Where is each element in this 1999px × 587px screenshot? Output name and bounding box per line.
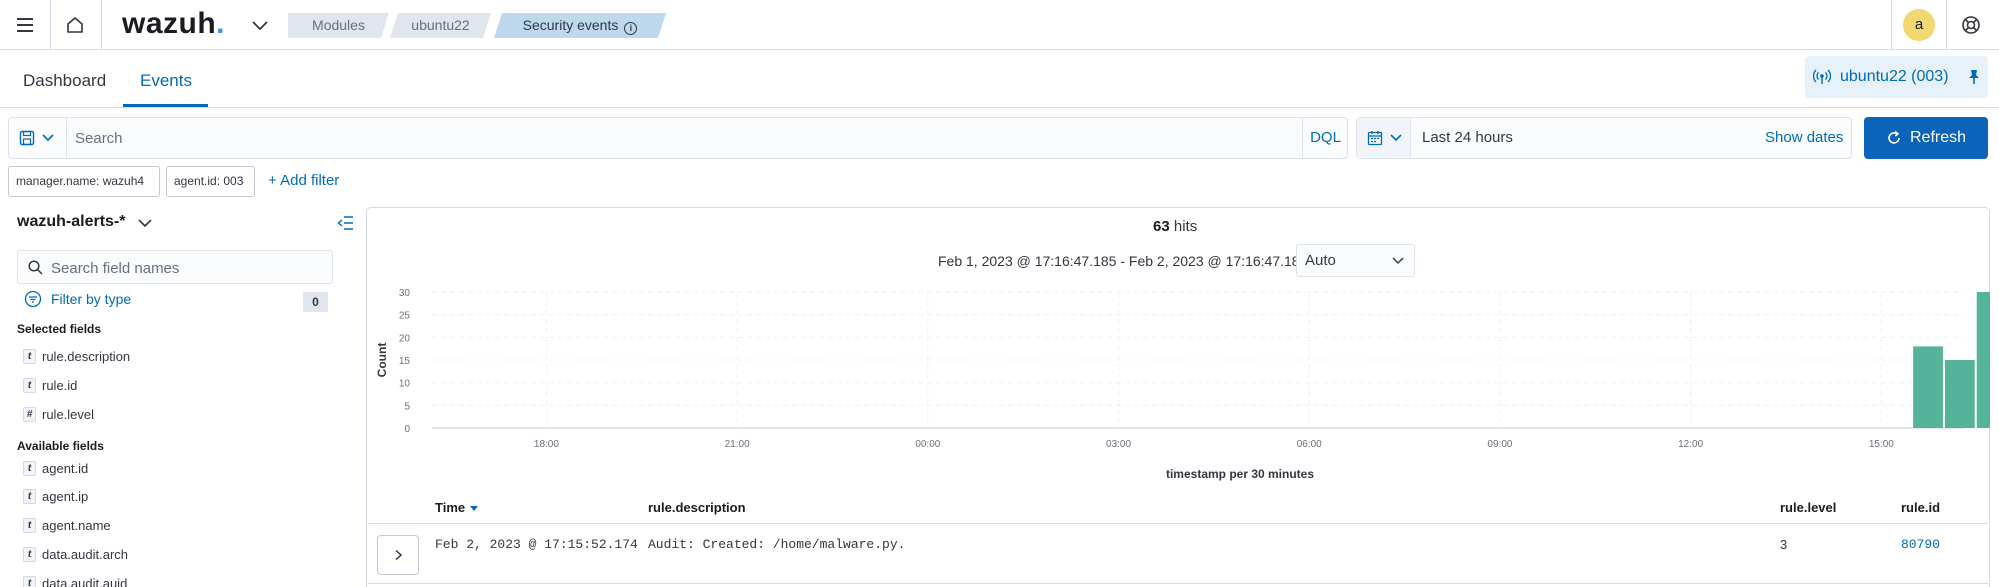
search-icon xyxy=(28,260,43,275)
y-tick-label: 20 xyxy=(399,333,411,344)
date-range-label[interactable]: Last 24 hours xyxy=(1422,129,1513,146)
string-type-icon: t xyxy=(23,576,36,587)
x-tick-label: 03:00 xyxy=(1106,439,1131,450)
top-header: wazuh. Modules ubuntu22 Security events i… xyxy=(0,0,1999,50)
info-icon[interactable]: i xyxy=(624,22,637,35)
y-tick-label: 30 xyxy=(399,288,411,299)
column-header-level[interactable]: rule.level xyxy=(1780,500,1836,515)
pinned-agent-pill[interactable]: ubuntu22 (003) xyxy=(1805,56,1988,98)
user-avatar[interactable]: a xyxy=(1903,9,1935,41)
x-tick-label: 09:00 xyxy=(1487,439,1512,450)
index-pattern-title[interactable]: wazuh-alerts-* xyxy=(17,213,125,231)
quick-date-menu-button[interactable] xyxy=(1357,118,1411,158)
field-search-input[interactable] xyxy=(51,258,321,278)
collapse-sidebar-icon[interactable] xyxy=(337,216,354,230)
x-tick-label: 06:00 xyxy=(1297,439,1322,450)
tab-events[interactable]: Events xyxy=(140,71,192,91)
header-divider xyxy=(50,0,51,50)
chevron-down-icon xyxy=(1392,257,1404,265)
breadcrumb-modules[interactable]: Modules xyxy=(288,13,389,38)
expand-row-button[interactable] xyxy=(377,535,419,575)
filter-pill-agent[interactable]: agent.id: 003 xyxy=(166,166,255,197)
number-type-icon: # xyxy=(23,407,36,422)
header-divider xyxy=(1946,0,1947,50)
pin-icon[interactable] xyxy=(1967,69,1981,85)
cell-description: Audit: Created: /home/malware.py. xyxy=(648,537,906,552)
histogram-bar xyxy=(1944,360,1975,428)
date-picker: Last 24 hours Show dates xyxy=(1356,117,1852,159)
breadcrumb-agent[interactable]: ubuntu22 xyxy=(390,13,491,38)
filter-icon xyxy=(24,290,42,308)
chevron-down-icon xyxy=(42,134,54,142)
events-histogram[interactable]: 0 5 10 15 20 25 30 18:00 21:00 00:00 03:00 06:00 09:… xyxy=(366,282,1990,482)
help-icon[interactable] xyxy=(1960,14,1982,36)
string-type-icon: t xyxy=(23,547,36,562)
table-divider xyxy=(368,583,1988,584)
module-tab-bar: Dashboard Events ubuntu22 (003) xyxy=(0,50,1999,108)
interval-select[interactable]: Auto xyxy=(1296,244,1415,277)
agent-pill-label: ubuntu22 (003) xyxy=(1840,68,1949,85)
antenna-icon xyxy=(1813,69,1831,84)
x-tick-label: 00:00 xyxy=(915,439,940,450)
refresh-button[interactable]: Refresh xyxy=(1864,117,1988,159)
chevron-right-icon xyxy=(395,549,403,561)
histogram-bar xyxy=(1976,292,1990,428)
chevron-down-icon[interactable] xyxy=(250,16,270,36)
y-tick-label: 25 xyxy=(399,311,411,322)
cell-level: 3 xyxy=(1780,537,1788,552)
string-type-icon: t xyxy=(23,489,36,504)
header-divider xyxy=(101,0,102,50)
string-type-icon: t xyxy=(23,378,36,393)
filter-count-badge: 0 xyxy=(303,292,328,312)
x-tick-label: 21:00 xyxy=(725,439,750,450)
sort-desc-icon[interactable] xyxy=(470,506,479,511)
search-input[interactable] xyxy=(75,127,1275,149)
y-tick-label: 15 xyxy=(399,356,411,367)
chevron-down-icon[interactable] xyxy=(137,216,153,230)
selected-fields-heading: Selected fields xyxy=(17,322,102,336)
column-header-description[interactable]: rule.description xyxy=(648,500,746,515)
y-tick-label: 0 xyxy=(404,424,410,435)
query-bar: DQL xyxy=(8,117,1348,159)
results-date-range: Feb 1, 2023 @ 17:16:47.185 - Feb 2, 2023… xyxy=(938,253,1308,269)
refresh-icon xyxy=(1888,130,1900,144)
header-divider xyxy=(1891,0,1892,50)
table-divider xyxy=(368,523,1988,524)
x-axis-title: timestamp per 30 minutes xyxy=(1166,467,1314,481)
available-fields-heading: Available fields xyxy=(17,439,104,453)
save-icon xyxy=(19,130,35,146)
string-type-icon: t xyxy=(23,349,36,364)
string-type-icon: t xyxy=(23,518,36,533)
calendar-icon xyxy=(1367,131,1383,146)
histogram-bar xyxy=(1913,346,1943,428)
string-type-icon: t xyxy=(23,461,36,476)
field-search xyxy=(17,250,333,284)
active-tab-indicator xyxy=(123,104,208,107)
x-tick-label: 18:00 xyxy=(534,439,559,450)
x-tick-label: 12:00 xyxy=(1678,439,1703,450)
show-dates-link[interactable]: Show dates xyxy=(1765,129,1843,146)
y-axis-title: Count xyxy=(375,343,389,378)
chevron-down-icon xyxy=(1390,134,1402,142)
query-language-button[interactable]: DQL xyxy=(1302,118,1348,158)
home-icon[interactable] xyxy=(62,12,88,38)
add-filter-button[interactable]: + Add filter xyxy=(268,172,339,189)
x-tick-label: 15:00 xyxy=(1869,439,1894,450)
filter-pill-manager[interactable]: manager.name: wazuh4 xyxy=(8,166,160,197)
y-tick-label: 5 xyxy=(404,401,410,412)
hits-counter: 63 hits xyxy=(1153,218,1198,235)
saved-query-button[interactable] xyxy=(9,118,67,158)
column-header-rule-id[interactable]: rule.id xyxy=(1901,500,1940,515)
menu-toggle-button[interactable] xyxy=(12,12,38,38)
breadcrumb-security-events: Security events i xyxy=(494,13,666,38)
column-header-time[interactable]: Time xyxy=(435,500,479,515)
cell-rule-id-link[interactable]: 80790 xyxy=(1901,537,1940,552)
cell-time: Feb 2, 2023 @ 17:15:52.174 xyxy=(435,537,638,552)
tab-dashboard[interactable]: Dashboard xyxy=(23,71,106,91)
y-tick-label: 10 xyxy=(399,379,411,390)
wazuh-logo[interactable]: wazuh. xyxy=(122,7,225,41)
